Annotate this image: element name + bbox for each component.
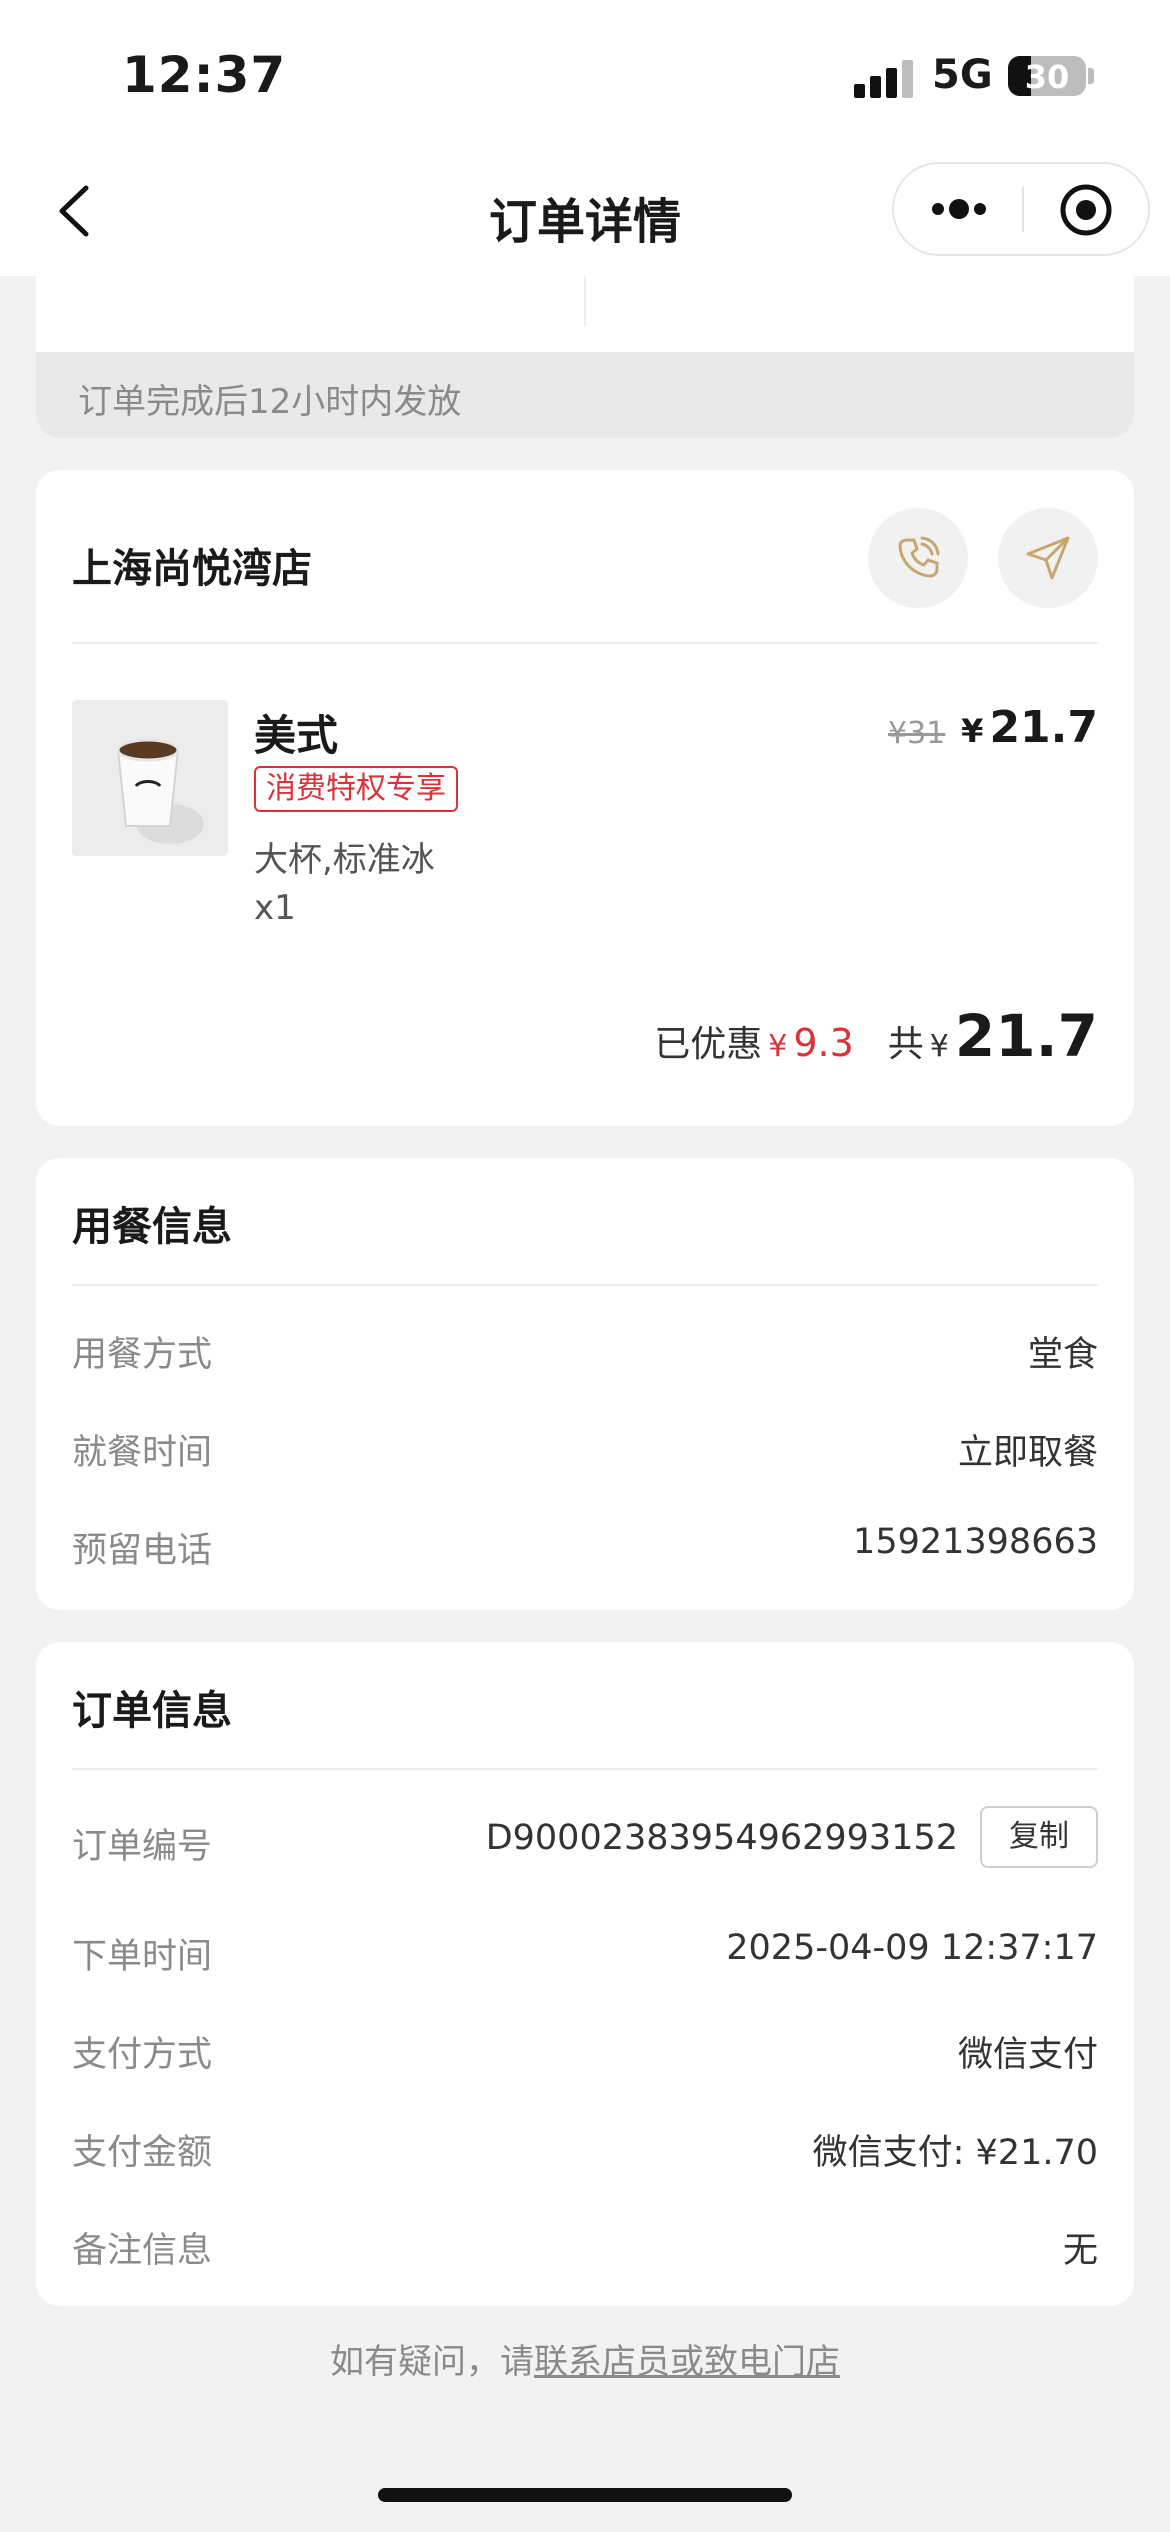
total-currency: ¥ [929, 1029, 949, 1064]
battery-tip [1088, 68, 1094, 84]
store-name: 上海尚悦湾店 [72, 546, 312, 592]
copy-button[interactable]: 复制 [980, 1806, 1098, 1868]
phone-icon [898, 536, 940, 578]
mini-program-capsule [892, 162, 1150, 256]
battery-level: 30 [1024, 58, 1070, 96]
order-info-title: 订单信息 [72, 1688, 232, 1734]
info-value: 15921398663 [853, 1522, 1098, 1562]
footer-help-text: 如有疑问，请 [330, 2342, 534, 2382]
discount-label: 已优惠 [654, 1024, 763, 1065]
info-value: 堂食 [1027, 1335, 1098, 1375]
info-row-remarks: 备注信息 无 [72, 2214, 1098, 2274]
price-value: 21.7 [989, 702, 1098, 753]
info-value: 微信支付: ¥21.70 [812, 2133, 1098, 2173]
close-button[interactable] [1058, 182, 1114, 238]
total-label: 共 [887, 1024, 924, 1065]
info-row-payment-method: 支付方式 微信支付 [72, 2018, 1098, 2078]
discount-currency: ¥ [768, 1029, 788, 1064]
order-info-divider [72, 1768, 1098, 1770]
battery-icon: 30 [1008, 56, 1086, 96]
product-quantity: x1 [254, 888, 296, 928]
info-row-payment-amount: 支付金额 微信支付: ¥21.70 [72, 2116, 1098, 2176]
rewards-notice-text: 订单完成后12小时内发放 [78, 382, 462, 422]
info-value: 无 [1062, 2231, 1098, 2271]
info-label: 支付方式 [72, 2035, 213, 2075]
info-row-phone: 预留电话 15921398663 [72, 1514, 1098, 1574]
info-row-dining-time: 就餐时间 立即取餐 [72, 1416, 1098, 1476]
price-currency: ¥ [961, 712, 984, 750]
info-label: 预留电话 [72, 1531, 213, 1571]
product-badge: 消费特权专享 [254, 766, 458, 812]
more-button[interactable] [926, 186, 992, 232]
original-price: ¥31 [888, 716, 946, 751]
product-image [72, 700, 228, 856]
footer-help: 如有疑问，请联系店员或致电门店 [0, 2334, 1170, 2383]
info-value: 2025-04-09 12:37:17 [726, 1928, 1098, 1968]
order-number: D900023839549629931​52 [485, 1818, 958, 1858]
current-price: ¥21.7 [961, 702, 1098, 753]
store-card: 上海尚悦湾店 美式 消费特权专享 大杯,标准冰 x1 ¥31 ¥ 21.7 已优… [36, 470, 1134, 1126]
info-row-order-number: 订单编号 D900023839549629931​52 复制 [72, 1806, 1098, 1870]
contact-store-link[interactable]: 联系店员或致电门店 [534, 2342, 840, 2382]
more-dots-icon [932, 199, 986, 219]
home-indicator [378, 2488, 792, 2502]
info-label: 支付金额 [72, 2133, 213, 2173]
meal-info-card: 用餐信息 用餐方式 堂食 就餐时间 立即取餐 预留电话 15921398663 [36, 1158, 1134, 1610]
info-label: 就餐时间 [72, 1433, 213, 1473]
info-row-dining-method: 用餐方式 堂食 [72, 1318, 1098, 1378]
meal-info-title: 用餐信息 [72, 1204, 232, 1250]
status-bar: 12:37 5G 30 [0, 0, 1170, 150]
total-amount: 21.7 [954, 1002, 1098, 1070]
meal-info-divider [72, 1284, 1098, 1286]
signal-icon [854, 60, 914, 98]
nav-bar: 订单详情 [0, 150, 1170, 276]
rewards-stats [36, 276, 1134, 352]
stats-divider [584, 276, 586, 326]
info-row-order-time: 下单时间 2025-04-09 12:37:17 [72, 1920, 1098, 1980]
price-summary: 已优惠 ¥ 9.3 共 ¥ 21.7 [654, 1002, 1098, 1070]
coffee-cup-icon [116, 738, 204, 844]
product-spec: 大杯,标准冰 [254, 840, 435, 880]
status-time: 12:37 [122, 46, 287, 104]
product-name: 美式 [254, 711, 339, 760]
info-label: 备注信息 [72, 2231, 213, 2271]
info-label: 订单编号 [72, 1827, 213, 1867]
rewards-card: 订单完成后12小时内发放 [36, 276, 1134, 438]
target-close-icon [1060, 184, 1112, 236]
store-divider [72, 642, 1098, 644]
info-label: 用餐方式 [72, 1335, 213, 1375]
capsule-divider [1022, 186, 1024, 232]
info-label: 下单时间 [72, 1937, 213, 1977]
discount-amount: 9.3 [793, 1021, 854, 1065]
order-detail-page: 12:37 5G 30 订单详情 订单完成后12小时内发放 上海尚悦湾店 美式 … [0, 0, 1170, 2532]
network-label: 5G [932, 52, 993, 98]
info-value: 立即取餐 [957, 1433, 1098, 1473]
navigation-arrow-icon [1026, 536, 1070, 580]
info-value: 微信支付 [957, 2035, 1098, 2075]
rewards-notice: 订单完成后12小时内发放 [36, 352, 1134, 438]
order-info-card: 订单信息 订单编号 D900023839549629931​52 复制 下单时间… [36, 1642, 1134, 2306]
navigate-store-button[interactable] [998, 508, 1098, 608]
call-store-button[interactable] [868, 508, 968, 608]
